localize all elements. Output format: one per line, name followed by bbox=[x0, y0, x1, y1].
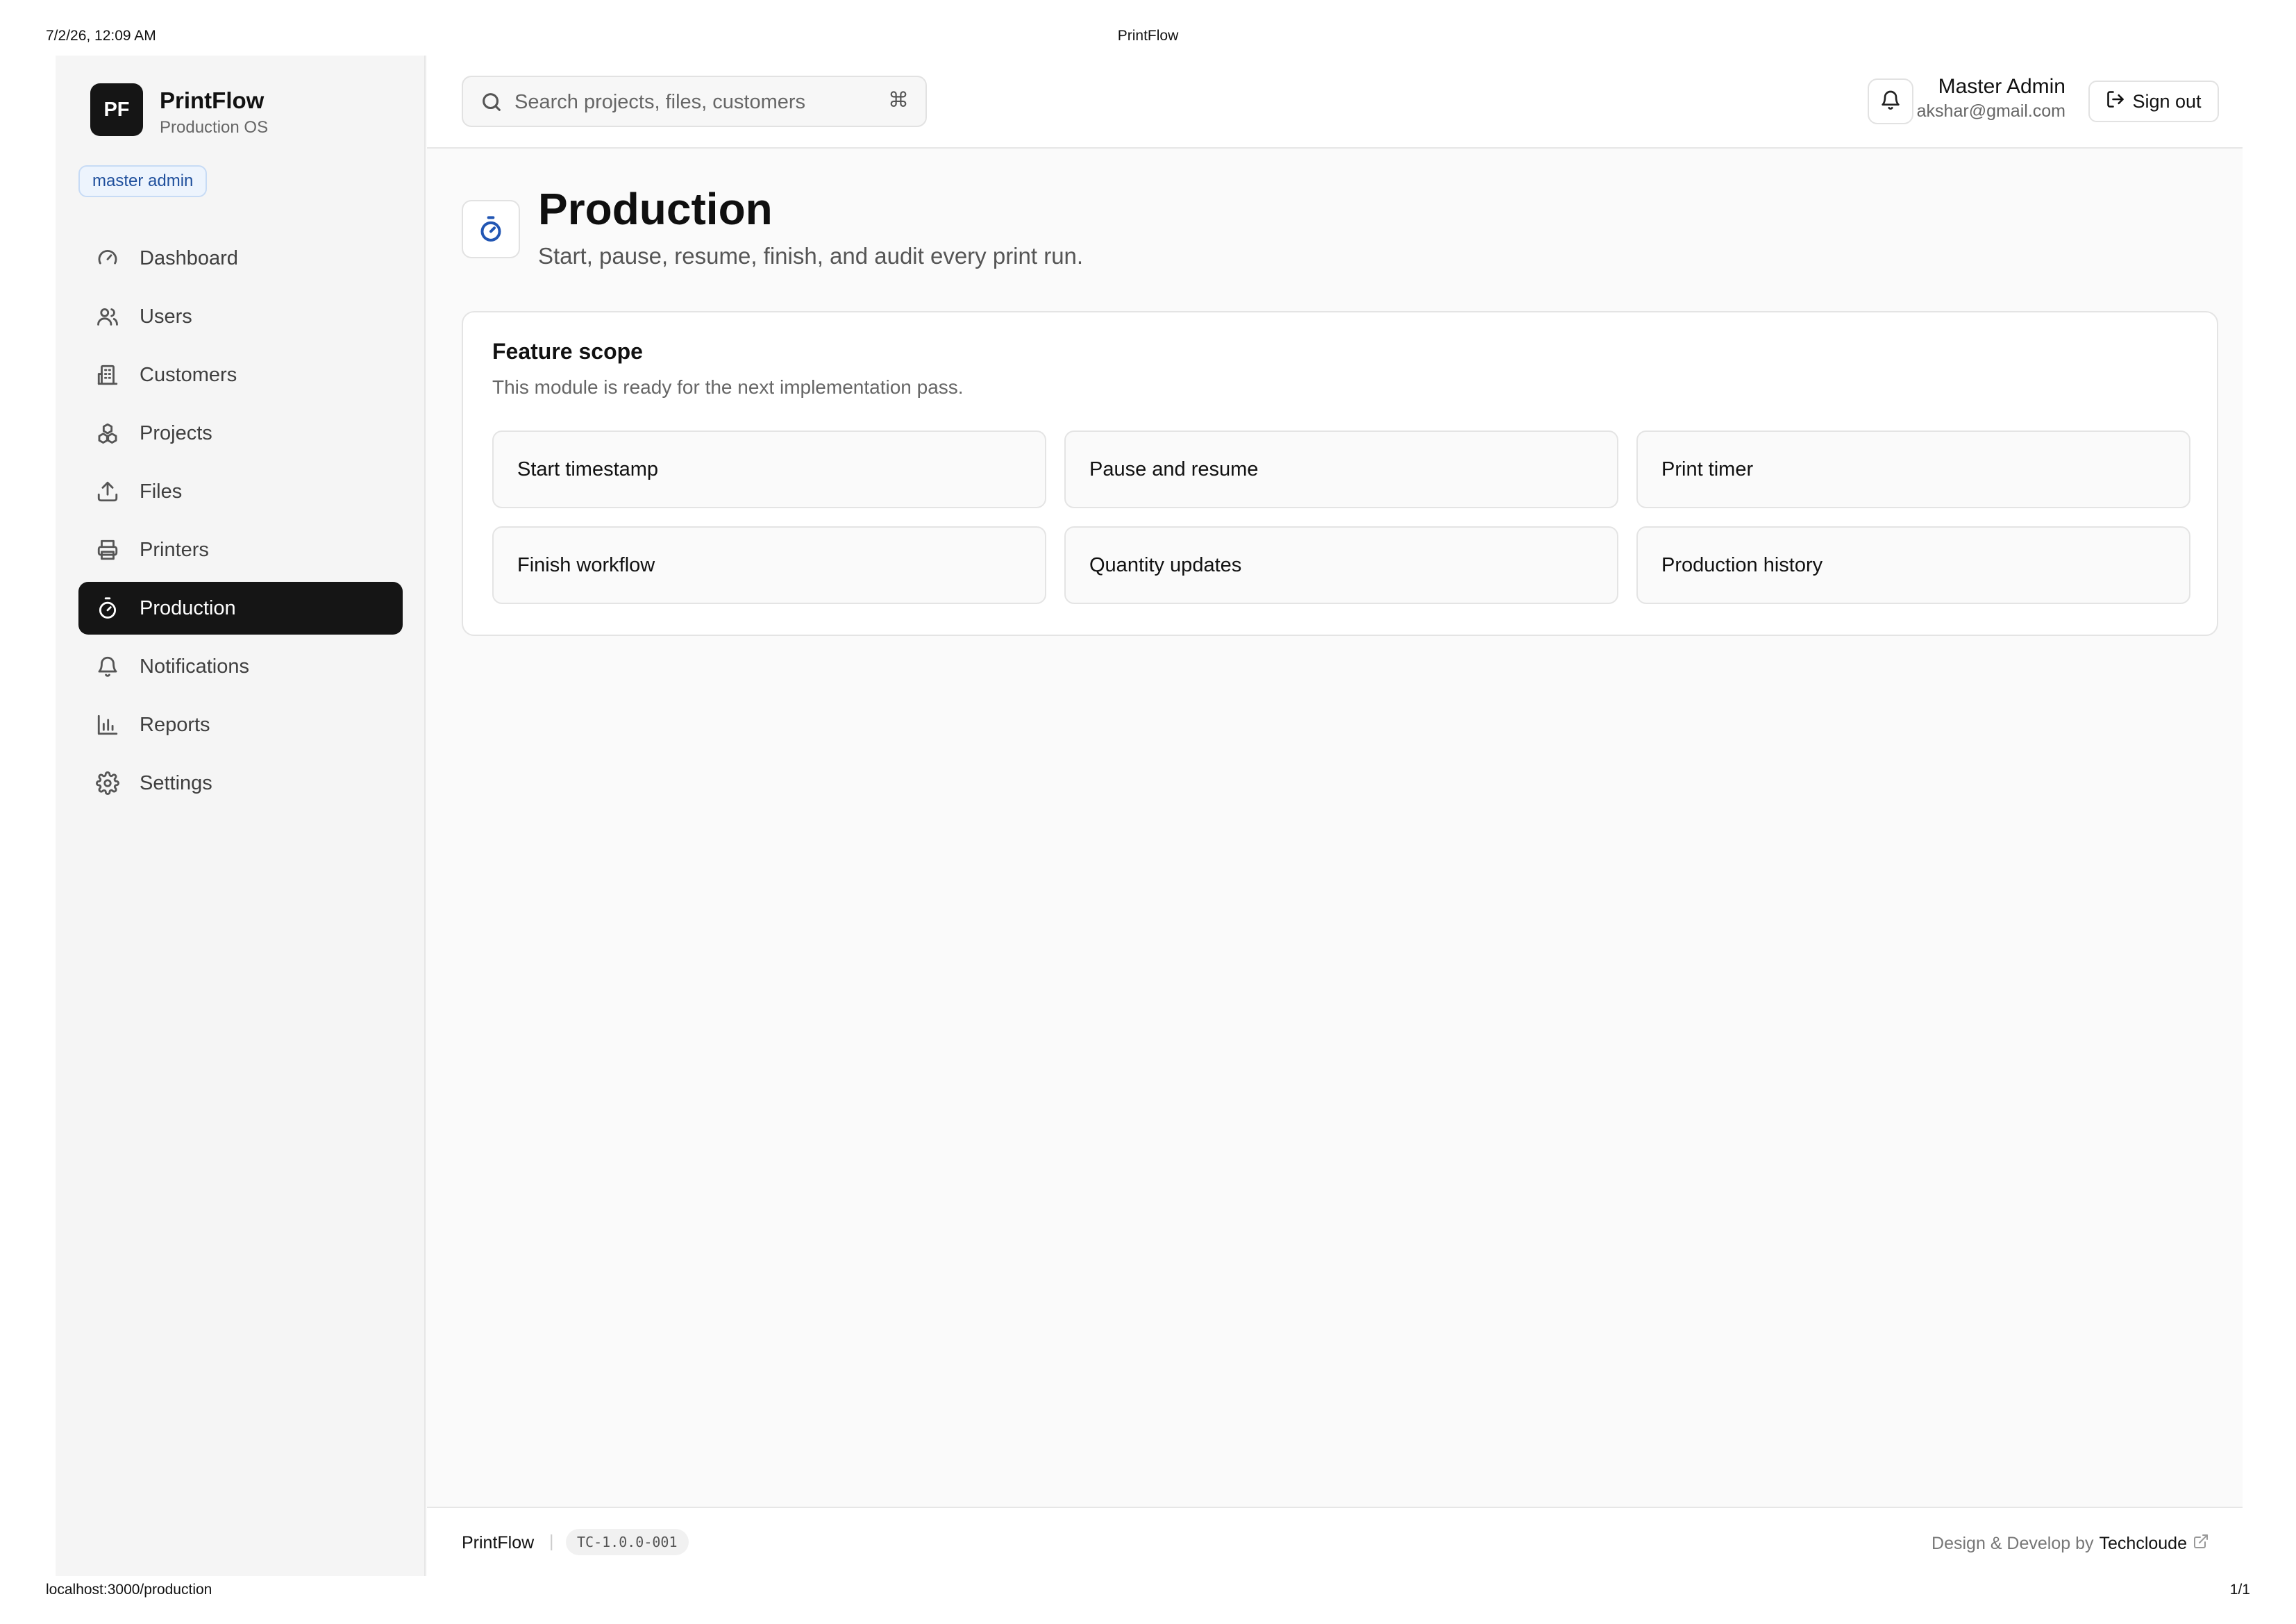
bell-icon bbox=[95, 654, 120, 679]
upload-icon bbox=[95, 479, 120, 504]
footer-separator: | bbox=[549, 1532, 554, 1551]
sign-out-label: Sign out bbox=[2132, 90, 2202, 112]
feature-scope-card: Feature scope This module is ready for t… bbox=[462, 311, 2218, 636]
sidebar-nav: Dashboard Users Customers Projects Files… bbox=[78, 232, 403, 815]
search-input[interactable] bbox=[514, 87, 875, 117]
sidebar-item-dashboard[interactable]: Dashboard bbox=[78, 232, 403, 285]
sidebar-item-label: Users bbox=[140, 305, 192, 328]
sidebar-item-label: Dashboard bbox=[140, 246, 238, 269]
sidebar-item-printers[interactable]: Printers bbox=[78, 524, 403, 576]
gauge-icon bbox=[95, 246, 120, 271]
sidebar-item-production[interactable]: Production bbox=[78, 582, 403, 635]
sidebar-item-reports[interactable]: Reports bbox=[78, 698, 403, 751]
search-icon bbox=[480, 90, 503, 114]
printer-icon bbox=[95, 537, 120, 562]
sidebar-item-label: Settings bbox=[140, 771, 212, 794]
brand-logo: PF bbox=[90, 83, 143, 136]
sign-out-button[interactable]: Sign out bbox=[2088, 81, 2219, 122]
footer-credit: Design & Develop by Techcloude bbox=[1932, 1533, 2209, 1555]
page-title: Production bbox=[538, 184, 773, 234]
main-content: ⌘ Master Admin akshar@gmail.com Sign out bbox=[427, 56, 2243, 1576]
print-doc-title: PrintFlow bbox=[1117, 28, 1179, 44]
print-url: localhost:3000/production bbox=[46, 1582, 212, 1598]
version-badge: TC-1.0.0-001 bbox=[566, 1529, 689, 1555]
app-window: PF PrintFlow Production OS master admin … bbox=[56, 56, 2243, 1576]
feature-item: Finish workflow bbox=[492, 526, 1046, 604]
sidebar-item-label: Files bbox=[140, 480, 183, 503]
sidebar-item-users[interactable]: Users bbox=[78, 290, 403, 343]
feature-item: Pause and resume bbox=[1064, 430, 1618, 508]
page-subtitle: Start, pause, resume, finish, and audit … bbox=[538, 243, 1084, 269]
sidebar-item-label: Notifications bbox=[140, 655, 249, 678]
sidebar-item-label: Projects bbox=[140, 421, 212, 444]
sidebar-item-notifications[interactable]: Notifications bbox=[78, 640, 403, 693]
timer-icon bbox=[95, 596, 120, 621]
page-header: Production Start, pause, resume, finish,… bbox=[462, 183, 2128, 281]
sidebar-item-label: Production bbox=[140, 596, 236, 619]
building-icon bbox=[95, 362, 120, 387]
brand-subtitle: Production OS bbox=[160, 118, 269, 137]
footer: PrintFlow | TC-1.0.0-001 Design & Develo… bbox=[427, 1507, 2243, 1576]
command-key-icon: ⌘ bbox=[888, 88, 909, 112]
print-footer: localhost:3000/production 1/1 bbox=[0, 1582, 2296, 1609]
sidebar-item-customers[interactable]: Customers bbox=[78, 349, 403, 401]
brand[interactable]: PF PrintFlow Production OS bbox=[90, 83, 410, 139]
timer-icon bbox=[462, 200, 520, 258]
feature-item: Start timestamp bbox=[492, 430, 1046, 508]
feature-item: Quantity updates bbox=[1064, 526, 1618, 604]
feature-item: Print timer bbox=[1636, 430, 2190, 508]
role-badge: master admin bbox=[78, 165, 208, 197]
external-link-icon bbox=[2187, 1533, 2209, 1555]
card-subtitle: This module is ready for the next implem… bbox=[492, 376, 964, 398]
credit-prefix: Design & Develop by bbox=[1932, 1534, 2094, 1553]
sidebar: PF PrintFlow Production OS master admin … bbox=[56, 56, 426, 1576]
notifications-button[interactable] bbox=[1868, 78, 1913, 124]
sidebar-item-label: Printers bbox=[140, 538, 209, 561]
card-title: Feature scope bbox=[492, 339, 643, 364]
sidebar-item-files[interactable]: Files bbox=[78, 465, 403, 518]
bar-chart-icon bbox=[95, 712, 120, 737]
topbar: ⌘ Master Admin akshar@gmail.com Sign out bbox=[427, 56, 2243, 149]
sidebar-item-projects[interactable]: Projects bbox=[78, 407, 403, 460]
search-box[interactable]: ⌘ bbox=[462, 76, 927, 127]
sidebar-item-label: Reports bbox=[140, 713, 210, 736]
sidebar-item-label: Customers bbox=[140, 363, 237, 386]
brand-name: PrintFlow bbox=[160, 87, 265, 113]
footer-brand: PrintFlow bbox=[462, 1533, 535, 1552]
sign-out-icon bbox=[2106, 90, 2132, 114]
user-info: Master Admin akshar@gmail.com bbox=[1917, 75, 2065, 122]
user-email: akshar@gmail.com bbox=[1916, 101, 2065, 121]
print-page-count: 1/1 bbox=[2229, 1582, 2250, 1598]
boxes-icon bbox=[95, 421, 120, 446]
feature-item: Production history bbox=[1636, 526, 2190, 604]
credit-link[interactable]: Techcloude bbox=[2100, 1534, 2187, 1554]
gear-icon bbox=[95, 771, 120, 796]
users-icon bbox=[95, 304, 120, 329]
print-header: 7/2/26, 12:09 AM PrintFlow bbox=[0, 28, 2296, 56]
user-name: Master Admin bbox=[1938, 75, 2065, 98]
bell-icon bbox=[1879, 89, 1902, 115]
feature-grid: Start timestamp Pause and resume Print t… bbox=[492, 430, 2190, 604]
sidebar-item-settings[interactable]: Settings bbox=[78, 757, 403, 810]
